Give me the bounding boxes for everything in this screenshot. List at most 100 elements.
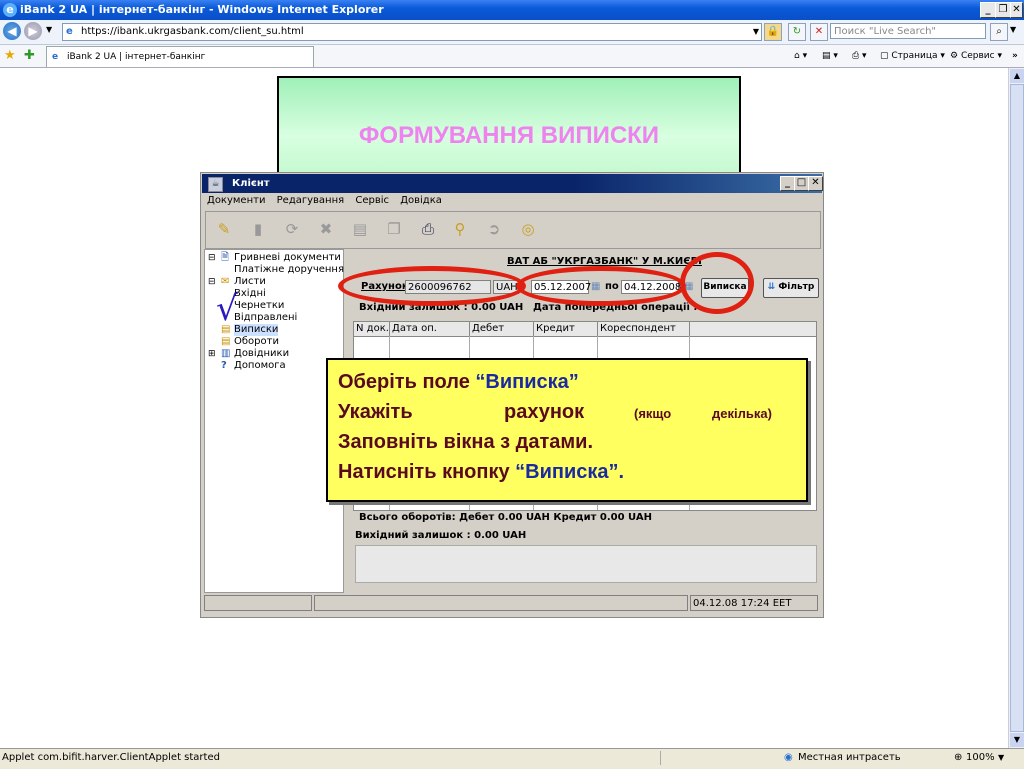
favorites-star-icon[interactable]: ★ — [4, 48, 16, 63]
status-cell — [314, 595, 688, 611]
sign-icon[interactable]: ▤ — [350, 219, 370, 239]
new-document-icon[interactable]: ✎ — [214, 219, 234, 239]
column-debit[interactable]: Дебет — [470, 322, 534, 336]
refresh-data-icon[interactable]: ◎ — [518, 219, 538, 239]
client-minimize-icon[interactable]: _ — [780, 176, 795, 191]
browser-status-text: Applet com.bifit.harver.ClientApplet sta… — [2, 752, 220, 763]
instruction-line-2-word-2: рахунок — [504, 401, 585, 423]
page-icon: e — [66, 26, 73, 37]
client-status-bar: 04.12.08 17:24 EET — [204, 595, 818, 613]
status-datetime: 04.12.08 17:24 EET — [690, 595, 818, 611]
back-icon[interactable]: ◀ — [3, 22, 21, 40]
slide-title: ФОРМУВАННЯ ВИПИСКИ — [358, 122, 660, 149]
client-menu-bar: Документи Редагування Сервіс Довідка — [207, 195, 450, 206]
filter-button[interactable]: ⇊ Фільтр — [763, 278, 819, 298]
filter-button-label: Фільтр — [778, 282, 815, 292]
save-icon[interactable]: ▮ — [248, 219, 268, 239]
intranet-zone-icon: ◉ — [784, 752, 793, 763]
client-maximize-icon[interactable]: □ — [794, 176, 809, 191]
address-url: https://ibank.ukrgasbank.com/client_su.h… — [81, 26, 304, 37]
page-menu-label: Страница — [891, 51, 938, 61]
status-separator — [660, 751, 781, 765]
browser-title: iBank 2 UA | інтернет-банкінг - Windows … — [20, 3, 384, 16]
tree-item-letters[interactable]: Листи — [234, 276, 266, 288]
ie-logo-icon: e — [3, 3, 17, 17]
instruction-line-1-quote: “Виписка” — [475, 371, 579, 393]
books-icon: ▥ — [221, 348, 231, 359]
scroll-down-icon[interactable]: ▼ — [1010, 733, 1024, 747]
home-icon[interactable]: ⌂ ▾ — [794, 49, 807, 63]
tab-page-icon: e — [52, 52, 59, 62]
tree-collapse-icon[interactable]: ⊟ — [208, 276, 216, 288]
printer-icon[interactable]: ⎙ — [418, 219, 438, 239]
copy-icon[interactable]: ❐ — [384, 219, 404, 239]
forward-icon[interactable]: ▶ — [24, 22, 42, 40]
filter-icon: ⇊ — [767, 282, 776, 292]
service-menu[interactable]: ⚙ Сервис ▾ — [950, 49, 1002, 63]
gear-icon: ⚙ — [950, 51, 959, 61]
tab-title: iBank 2 UA | інтернет-банкінг — [67, 52, 206, 62]
client-close-icon[interactable]: ✕ — [808, 176, 823, 191]
tree-expand-icon[interactable]: ⊞ — [208, 348, 216, 360]
print-icon[interactable]: ⎙ ▾ — [852, 49, 867, 63]
sync-icon[interactable]: ⟳ — [282, 219, 302, 239]
send-icon[interactable]: ➲ — [484, 219, 504, 239]
address-dropdown-icon[interactable]: ▼ — [753, 24, 759, 40]
history-dropdown-icon[interactable]: ▼ — [46, 25, 52, 34]
tree-item-sent[interactable]: Відправлені — [234, 312, 297, 324]
zoom-dropdown-icon[interactable]: ▼ — [998, 749, 1004, 767]
tab-ibank[interactable]: e iBank 2 UA | інтернет-банкінг — [46, 46, 314, 67]
add-favorite-icon[interactable]: ✚ — [24, 48, 35, 63]
scroll-up-icon[interactable]: ▲ — [1010, 69, 1024, 83]
security-zone: Местная интрасеть — [798, 752, 901, 763]
tree-item-turnovers[interactable]: Обороти — [234, 336, 279, 348]
column-doc-number[interactable]: N док. — [354, 322, 390, 336]
close-icon[interactable]: ✕ — [1010, 2, 1023, 18]
tree-item-directories[interactable]: Довідники — [234, 348, 289, 360]
page-scrollbar[interactable]: ▲ ▼ — [1008, 68, 1024, 748]
tree-collapse-icon[interactable]: ⊟ — [208, 252, 216, 264]
find-icon[interactable]: ⚲ — [450, 219, 470, 239]
search-input[interactable]: Поиск "Live Search" — [830, 23, 986, 39]
table-header: N док. Дата оп. Дебет Кредит Кореспонден… — [354, 322, 816, 337]
checkmark-icon: √ — [216, 289, 238, 329]
menu-edit[interactable]: Редагування — [277, 195, 345, 206]
tab-toolbar: ★ ✚ e iBank 2 UA | інтернет-банкінг ⌂ ▾ … — [0, 45, 1024, 68]
client-title-bar: ☕ Клієнт _ □ ✕ — [202, 174, 823, 193]
column-operation-date[interactable]: Дата оп. — [390, 322, 470, 336]
search-options-icon[interactable]: ▼ — [1010, 25, 1016, 34]
menu-service[interactable]: Сервіс — [355, 195, 389, 206]
tree-item-drafts[interactable]: Чернетки — [234, 300, 284, 312]
instruction-line-2-word-3: (якщо — [634, 406, 672, 421]
page-menu[interactable]: ▢ Страница ▾ — [880, 49, 945, 63]
tree-item-statements[interactable]: Виписки — [234, 324, 279, 336]
restore-icon[interactable]: ❐ — [995, 2, 1011, 18]
feeds-icon[interactable]: ▤ ▾ — [822, 49, 838, 63]
instruction-note: Оберіть поле “Виписка” Укажіть рахунок (… — [326, 358, 808, 502]
lock-icon[interactable]: 🔒 — [764, 23, 782, 41]
tree-item-inbox[interactable]: Вхідні — [234, 288, 266, 300]
delete-icon[interactable]: ✖ — [316, 219, 336, 239]
scrollbar-thumb[interactable] — [1010, 84, 1024, 732]
browser-title-bar: e iBank 2 UA | інтернет-банкінг - Window… — [0, 0, 1024, 20]
refresh-icon[interactable]: ↻ — [788, 23, 806, 41]
zoom-icon: ⊕ — [954, 752, 963, 763]
minimize-icon[interactable]: _ — [980, 2, 996, 18]
page-menu-icon: ▢ — [880, 51, 889, 61]
column-correspondent[interactable]: Кореспондент — [598, 322, 690, 336]
service-menu-label: Сервис — [960, 51, 995, 61]
tree-item-hryvnia-docs[interactable]: Гривневі документи — [234, 252, 341, 264]
address-bar[interactable]: e https://ibank.ukrgasbank.com/client_su… — [62, 23, 762, 41]
tree-item-help[interactable]: Допомога — [234, 360, 286, 372]
slide-title-banner: ФОРМУВАННЯ ВИПИСКИ — [277, 76, 741, 186]
toolbar-overflow-icon[interactable]: » — [1012, 49, 1018, 63]
instruction-line-2-word-4: декілька) — [712, 406, 772, 421]
column-credit[interactable]: Кредит — [534, 322, 598, 336]
stop-icon[interactable]: ✕ — [810, 23, 828, 41]
zoom-level[interactable]: 100% — [966, 749, 995, 767]
java-icon: ☕ — [208, 177, 223, 192]
search-go-icon[interactable]: ⌕ — [990, 23, 1008, 41]
menu-help[interactable]: Довідка — [400, 195, 442, 206]
tree-item-payment-order[interactable]: Платіжне доручення — [234, 264, 344, 276]
menu-documents[interactable]: Документи — [207, 195, 265, 206]
